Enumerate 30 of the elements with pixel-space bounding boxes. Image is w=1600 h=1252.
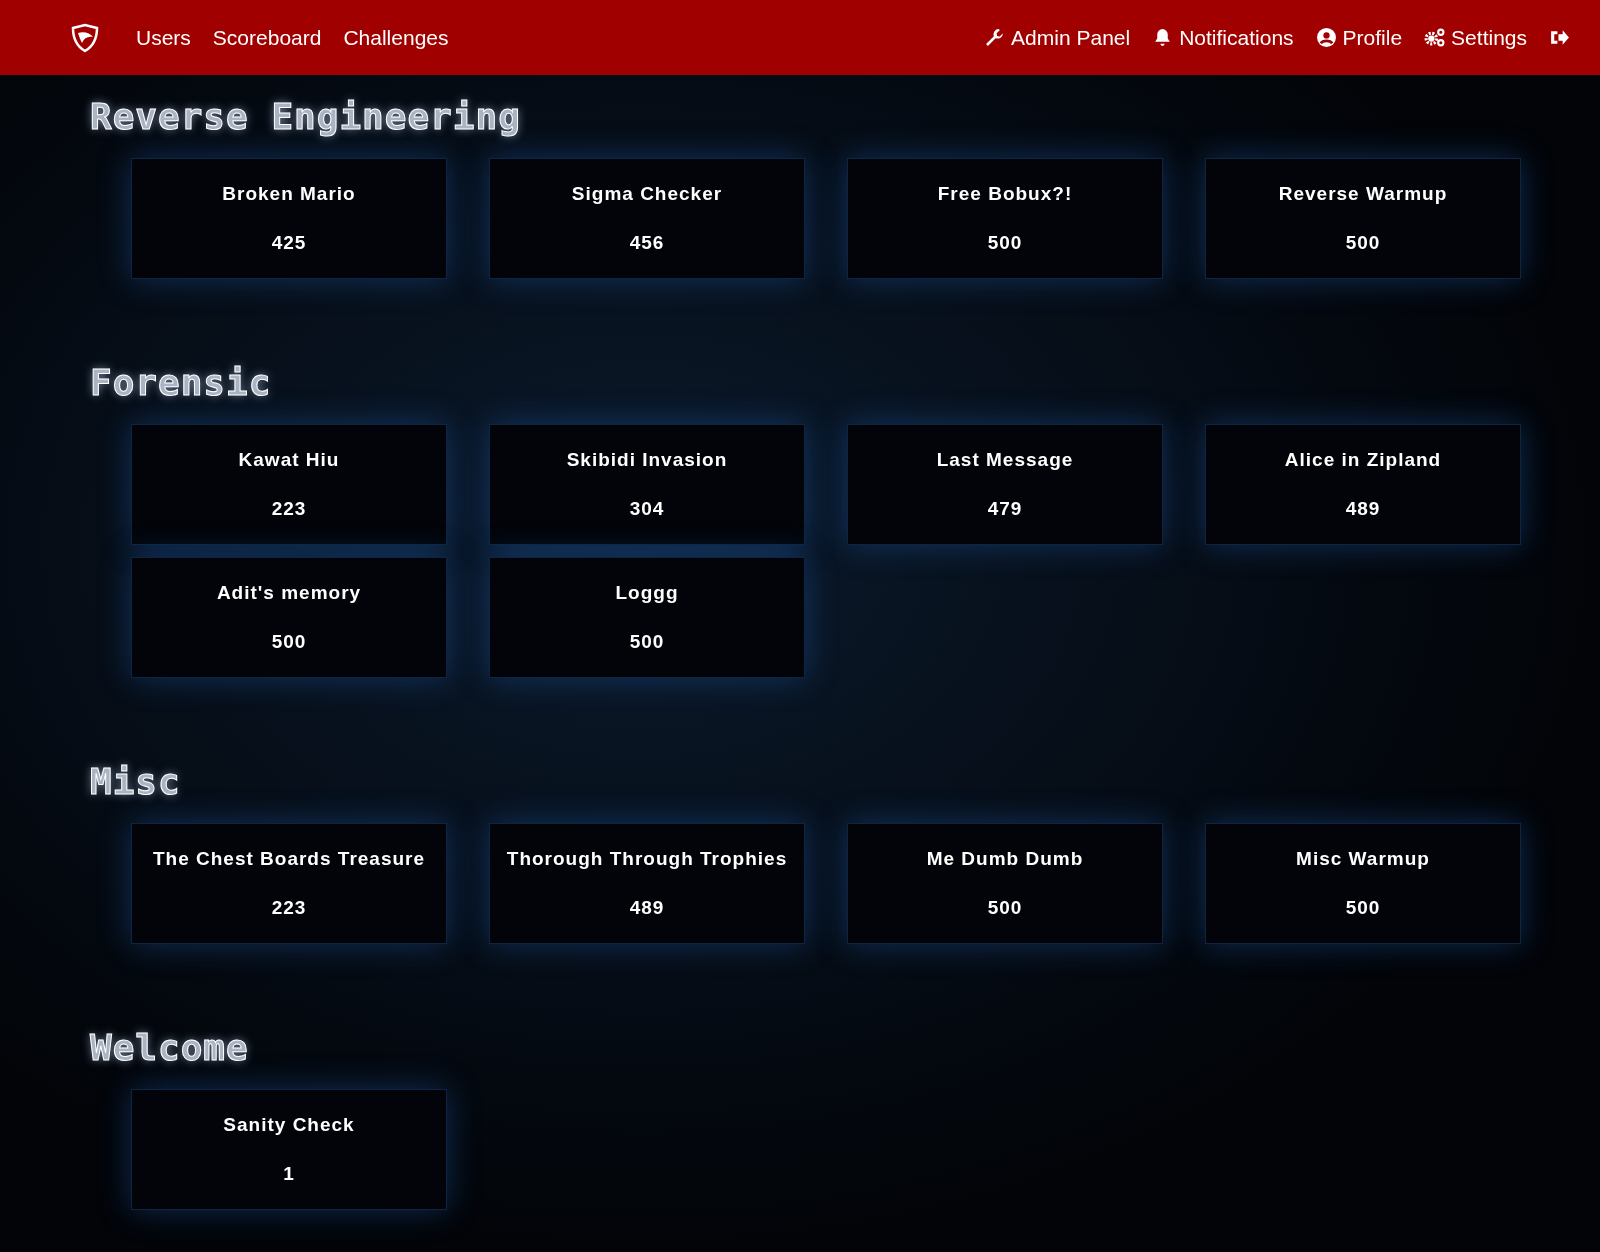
category-heading: Welcome xyxy=(90,1026,249,1070)
nav-link[interactable]: Challenges xyxy=(343,21,449,54)
challenge-card[interactable]: Sanity Check 1 xyxy=(131,1089,447,1210)
nav-link[interactable]: Settings xyxy=(1424,21,1527,54)
challenge-card[interactable]: Broken Mario 425 xyxy=(131,158,447,279)
nav-link[interactable]: Scoreboard xyxy=(212,21,322,54)
nav-link[interactable]: Notifications xyxy=(1152,21,1294,54)
nav-link[interactable]: Profile xyxy=(1315,21,1403,54)
challenge-card[interactable]: Kawat Hiu 223 xyxy=(131,424,447,545)
nav-link[interactable]: Admin Panel xyxy=(984,21,1131,54)
wrench-icon xyxy=(984,27,1006,48)
challenge-card[interactable]: Loggg 500 xyxy=(489,557,805,678)
gears-icon xyxy=(1424,27,1446,48)
category-heading: Forensic xyxy=(90,361,272,405)
challenge-card[interactable]: Me Dumb Dumb 500 xyxy=(847,823,1163,944)
challenge-card[interactable]: Free Bobux?! 500 xyxy=(847,158,1163,279)
challenge-card[interactable]: Skibidi Invasion 304 xyxy=(489,424,805,545)
challenge-card[interactable]: Adit's memory 500 xyxy=(131,557,447,678)
challenge-card[interactable]: Sigma Checker 456 xyxy=(489,158,805,279)
challenge-card[interactable]: The Chest Boards Treasure 223 xyxy=(131,823,447,944)
category-heading: Reverse Engineering xyxy=(90,95,521,139)
challenge-card[interactable]: Alice in Zipland 489 xyxy=(1205,424,1521,545)
challenge-card[interactable]: Reverse Warmup 500 xyxy=(1205,158,1521,279)
category-heading: Misc xyxy=(90,760,181,804)
user-circle-icon xyxy=(1315,27,1337,48)
shield-logo-icon[interactable] xyxy=(70,22,100,53)
nav-link[interactable]: Users xyxy=(136,21,191,54)
challenge-card[interactable]: Last Message 479 xyxy=(847,424,1163,545)
challenge-card[interactable]: Misc Warmup 500 xyxy=(1205,823,1521,944)
challenge-card[interactable]: Thorough Through Trophies 489 xyxy=(489,823,805,944)
